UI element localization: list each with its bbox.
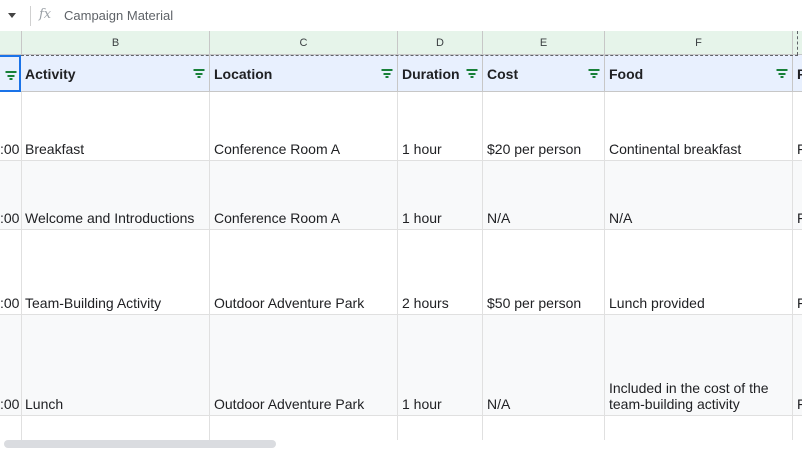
header-label: Activity [25,66,76,82]
cell-next[interactable]: F [793,161,802,229]
column-header-c[interactable]: C [210,31,398,55]
cell-time[interactable]: :00 [0,92,22,160]
table-row [0,416,802,440]
formula-bar: fx Campaign Material [0,0,802,32]
filter-icon[interactable] [588,69,599,78]
cell-cost[interactable] [483,416,605,440]
cell-location[interactable]: Outdoor Adventure Park [210,315,398,415]
cell-location[interactable]: Conference Room A [210,92,398,160]
filter-icon[interactable] [381,69,392,78]
copy-marquee-edge [797,31,798,55]
cell-time[interactable]: :00 [0,230,22,314]
cell-activity[interactable]: Team-Building Activity [21,230,210,314]
header-cell-location[interactable]: Location [210,55,398,92]
name-box-dropdown-icon[interactable] [8,13,16,18]
filter-icon[interactable] [776,69,787,78]
header-cell-next[interactable]: F [793,55,802,92]
cell-next[interactable]: F [793,315,802,415]
table-row: :00 Welcome and Introductions Conference… [0,161,802,230]
cell-food[interactable]: Included in the cost of the team-buildin… [605,315,793,415]
copy-marquee [21,55,798,56]
cell-location[interactable]: Conference Room A [210,161,398,229]
cell-cost[interactable]: N/A [483,161,605,229]
cell-time[interactable]: :00 [0,161,22,229]
cell-activity[interactable]: Welcome and Introductions [21,161,210,229]
cell-duration[interactable]: 1 hour [398,92,483,160]
cell-duration[interactable]: 2 hours [398,230,483,314]
cell-cost[interactable]: N/A [483,315,605,415]
cell-next[interactable]: F [793,230,802,314]
cell-next[interactable]: F [793,92,802,160]
column-header-b[interactable]: B [22,31,210,55]
cell-time[interactable]: :00 [0,315,22,415]
column-header-f[interactable]: F [605,31,793,55]
header-cell-food[interactable]: Food [605,55,793,92]
cell-location[interactable]: Outdoor Adventure Park [210,230,398,314]
cell-food[interactable]: Lunch provided [605,230,793,314]
fx-icon: fx [39,7,52,22]
horizontal-scrollbar[interactable] [4,440,276,448]
header-label: Food [609,66,644,82]
table-row: :00 Team-Building Activity Outdoor Adven… [0,230,802,315]
cell-food[interactable]: Continental breakfast [605,92,793,160]
cell-cost[interactable]: $20 per person [483,92,605,160]
filter-icon[interactable] [466,69,477,78]
filter-icon[interactable] [5,71,16,80]
cell-time[interactable] [0,416,22,440]
cell-duration[interactable]: 1 hour [398,315,483,415]
cell-activity[interactable]: Lunch [21,315,210,415]
cell-duration[interactable] [398,416,483,440]
filter-icon[interactable] [193,69,204,78]
header-label: Duration [402,66,460,82]
column-header-e[interactable]: E [483,31,605,55]
column-header-d[interactable]: D [398,31,483,55]
selected-cell[interactable] [0,55,21,92]
formula-input[interactable]: Campaign Material [64,8,173,23]
header-cell-duration[interactable]: Duration [398,55,483,92]
column-header-a[interactable] [0,31,22,55]
cell-activity[interactable] [21,416,210,440]
table-row: :00 Lunch Outdoor Adventure Park 1 hour … [0,315,802,416]
header-label: Cost [487,66,519,82]
cell-activity[interactable]: Breakfast [21,92,210,160]
cell-duration[interactable]: 1 hour [398,161,483,229]
cell-food[interactable]: N/A [605,161,793,229]
cell-cost[interactable]: $50 per person [483,230,605,314]
header-cell-activity[interactable]: Activity [21,55,210,92]
cell-food[interactable] [605,416,793,440]
cell-location[interactable] [210,416,398,440]
header-label: F [797,66,802,82]
table-row: :00 Breakfast Conference Room A 1 hour $… [0,92,802,161]
header-cell-cost[interactable]: Cost [483,55,605,92]
formula-bar-divider [30,6,31,26]
header-label: Location [214,66,273,82]
